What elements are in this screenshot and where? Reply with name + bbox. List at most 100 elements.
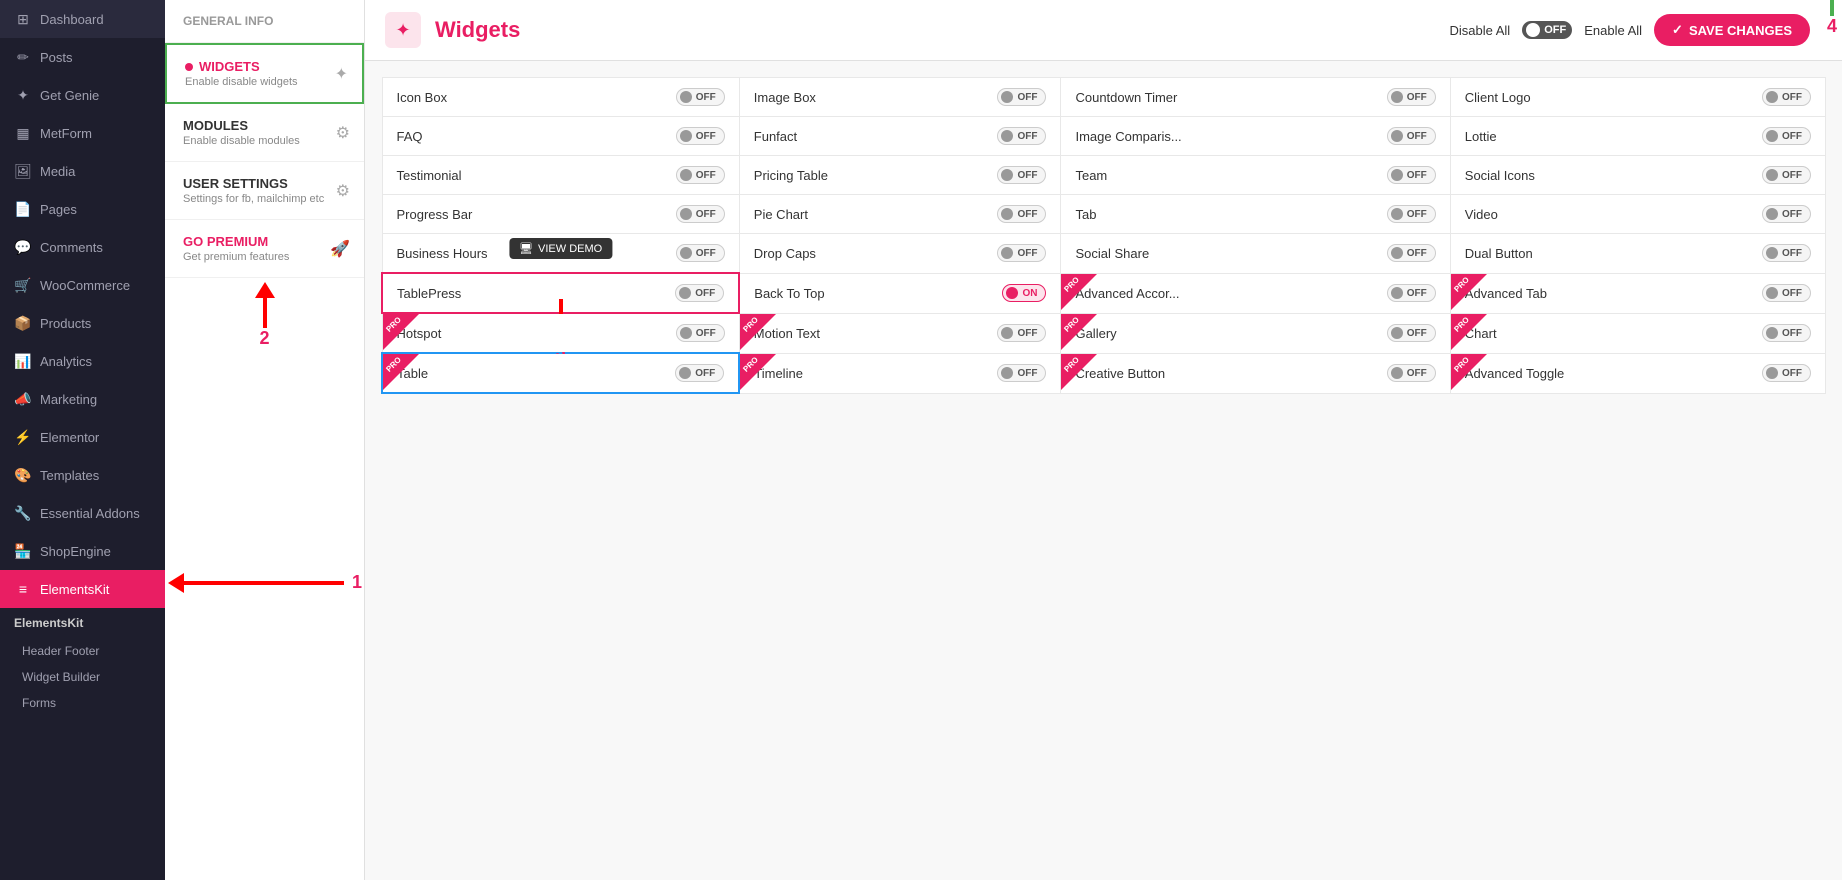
- toggle-timeline[interactable]: OFF: [997, 364, 1046, 382]
- toggle-countdown-timer[interactable]: OFF: [1387, 88, 1436, 106]
- pro-corner-creative-button: [1061, 354, 1097, 390]
- widget-name-back-to-top: Back To Top: [754, 286, 824, 301]
- toggle-back-to-top[interactable]: ON: [1002, 284, 1046, 302]
- widget-name-testimonial: Testimonial: [397, 168, 462, 183]
- toggle-advanced-toggle[interactable]: OFF: [1762, 364, 1811, 382]
- widget-cell-advanced-toggle: PRO Advanced Toggle OFF: [1450, 353, 1825, 393]
- widget-name-dual-button: Dual Button: [1465, 246, 1533, 261]
- essential-addons-icon: 🔧: [14, 504, 32, 522]
- left-panel-item-user-settings[interactable]: USER SETTINGS Settings for fb, mailchimp…: [165, 162, 364, 220]
- toggle-hotspot[interactable]: OFF: [676, 324, 725, 342]
- toggle-advanced-accordion[interactable]: OFF: [1387, 284, 1436, 302]
- shopengine-icon: 🏪: [14, 542, 32, 560]
- toggle-advanced-tab[interactable]: OFF: [1762, 284, 1811, 302]
- sidebar-item-posts[interactable]: ✏ Posts: [0, 38, 165, 76]
- page-title: Widgets: [435, 17, 520, 43]
- go-premium-sub: Get premium features: [183, 251, 346, 263]
- toggle-tab[interactable]: OFF: [1387, 205, 1436, 223]
- toggle-progress-bar[interactable]: OFF: [676, 205, 725, 223]
- metform-icon: ▦: [14, 124, 32, 142]
- sidebar-sub-header-footer[interactable]: Header Footer: [0, 638, 165, 664]
- toggle-table[interactable]: OFF: [675, 364, 724, 382]
- sidebar-item-metform[interactable]: ▦ MetForm: [0, 114, 165, 152]
- toggle-gallery[interactable]: OFF: [1387, 324, 1436, 342]
- disable-all-label[interactable]: Disable All: [1450, 23, 1511, 38]
- user-settings-icon: ⚙: [336, 181, 350, 201]
- toggle-lottie[interactable]: OFF: [1762, 127, 1811, 145]
- pro-corner-hotspot: [383, 314, 419, 350]
- widget-name-faq: FAQ: [397, 129, 423, 144]
- arrow2-head: [255, 282, 275, 298]
- left-panel-item-go-premium[interactable]: GO PREMIUM Get premium features 🚀: [165, 220, 364, 278]
- left-panel-item-widgets[interactable]: WIDGETS Enable disable widgets ✦: [165, 43, 364, 104]
- toggle-image-comparison[interactable]: OFF: [1387, 127, 1436, 145]
- save-label: SAVE CHANGES: [1689, 23, 1792, 38]
- sidebar-item-getgenie[interactable]: ✦ Get Genie: [0, 76, 165, 114]
- toggle-pie-chart[interactable]: OFF: [997, 205, 1046, 223]
- sidebar-item-shopengine[interactable]: 🏪 ShopEngine: [0, 532, 165, 570]
- toggle-faq[interactable]: OFF: [676, 127, 725, 145]
- woocommerce-icon: 🛒: [14, 276, 32, 294]
- widget-cell-progress-bar: Progress Bar OFF: [382, 195, 739, 234]
- sidebar-item-comments[interactable]: 💬 Comments: [0, 228, 165, 266]
- sidebar-item-essential-addons[interactable]: 🔧 Essential Addons: [0, 494, 165, 532]
- enable-all-label[interactable]: Enable All: [1584, 23, 1642, 38]
- widget-cell-advanced-accordion: PRO Advanced Accor... OFF: [1061, 273, 1450, 313]
- sidebar-item-media[interactable]: 🖼 Media: [0, 152, 165, 190]
- go-premium-title: GO PREMIUM: [183, 234, 346, 249]
- pro-corner-advanced-toggle: [1451, 354, 1487, 390]
- sidebar-item-elementor[interactable]: ⚡ Elementor: [0, 418, 165, 456]
- sidebar-sub-forms[interactable]: Forms: [0, 690, 165, 716]
- widget-name-social-share: Social Share: [1075, 246, 1149, 261]
- view-demo-label: VIEW DEMO: [538, 243, 602, 255]
- widget-name-image-comparison: Image Comparis...: [1075, 129, 1181, 144]
- sidebar-sub-widget-builder[interactable]: Widget Builder: [0, 664, 165, 690]
- elementskit-section: ElementsKit: [0, 608, 165, 638]
- widget-name-funfact: Funfact: [754, 129, 797, 144]
- toggle-off-label: OFF: [1544, 24, 1566, 36]
- toggle-business-hours[interactable]: OFF: [676, 244, 725, 262]
- toggle-testimonial[interactable]: OFF: [676, 166, 725, 184]
- pro-corner-timeline: [740, 354, 776, 390]
- toggle-dot: [1526, 23, 1540, 37]
- toggle-funfact[interactable]: OFF: [997, 127, 1046, 145]
- widget-cell-countdown-timer: Countdown Timer OFF: [1061, 78, 1450, 117]
- main-area: General Info WIDGETS Enable disable widg…: [165, 0, 1842, 880]
- sidebar-item-elementskit[interactable]: ≡ ElementsKit: [0, 570, 165, 608]
- toggle-image-box[interactable]: OFF: [997, 88, 1046, 106]
- toggle-icon-box[interactable]: OFF: [676, 88, 725, 106]
- toggle-team[interactable]: OFF: [1387, 166, 1436, 184]
- toggle-dual-button[interactable]: OFF: [1762, 244, 1811, 262]
- sidebar-item-marketing[interactable]: 📣 Marketing: [0, 380, 165, 418]
- toggle-creative-button[interactable]: OFF: [1387, 364, 1436, 382]
- dashboard-icon: ⊞: [14, 10, 32, 28]
- toggle-drop-caps[interactable]: OFF: [997, 244, 1046, 262]
- left-panel-item-general[interactable]: General Info: [165, 0, 364, 43]
- sidebar-item-pages[interactable]: 📄 Pages: [0, 190, 165, 228]
- go-premium-icon: 🚀: [330, 239, 350, 259]
- widget-cell-gallery: PRO Gallery OFF: [1061, 313, 1450, 353]
- widgets-page-icon: ✦: [385, 12, 421, 48]
- toggle-video[interactable]: OFF: [1762, 205, 1811, 223]
- save-changes-button[interactable]: ✓ SAVE CHANGES: [1654, 14, 1810, 46]
- monitor-icon: 🖥: [519, 242, 533, 255]
- elementskit-section-title: ElementsKit: [14, 616, 151, 630]
- toggle-social-share[interactable]: OFF: [1387, 244, 1436, 262]
- top-bar-right: Disable All OFF Enable All ✓ SAVE CHANGE…: [1450, 14, 1823, 46]
- sidebar-item-templates[interactable]: 🎨 Templates: [0, 456, 165, 494]
- sidebar-item-dashboard[interactable]: ⊞ Dashboard: [0, 0, 165, 38]
- widget-cell-dual-button: Dual Button OFF: [1450, 234, 1825, 274]
- toggle-social-icons[interactable]: OFF: [1762, 166, 1811, 184]
- sidebar-item-products[interactable]: 📦 Products: [0, 304, 165, 342]
- disable-all-toggle[interactable]: OFF: [1522, 21, 1572, 39]
- toggle-tablepress[interactable]: OFF: [675, 284, 724, 302]
- toggle-chart[interactable]: OFF: [1762, 324, 1811, 342]
- sidebar: ⊞ Dashboard ✏ Posts ✦ Get Genie ▦ MetFor…: [0, 0, 165, 880]
- toggle-client-logo[interactable]: OFF: [1762, 88, 1811, 106]
- toggle-motion-text[interactable]: OFF: [997, 324, 1046, 342]
- toggle-pricing-table[interactable]: OFF: [997, 166, 1046, 184]
- sidebar-item-analytics[interactable]: 📊 Analytics: [0, 342, 165, 380]
- annotation-4: 4: [1827, 16, 1837, 37]
- sidebar-item-woocommerce[interactable]: 🛒 WooCommerce: [0, 266, 165, 304]
- left-panel-item-modules[interactable]: MODULES Enable disable modules ⚙: [165, 104, 364, 162]
